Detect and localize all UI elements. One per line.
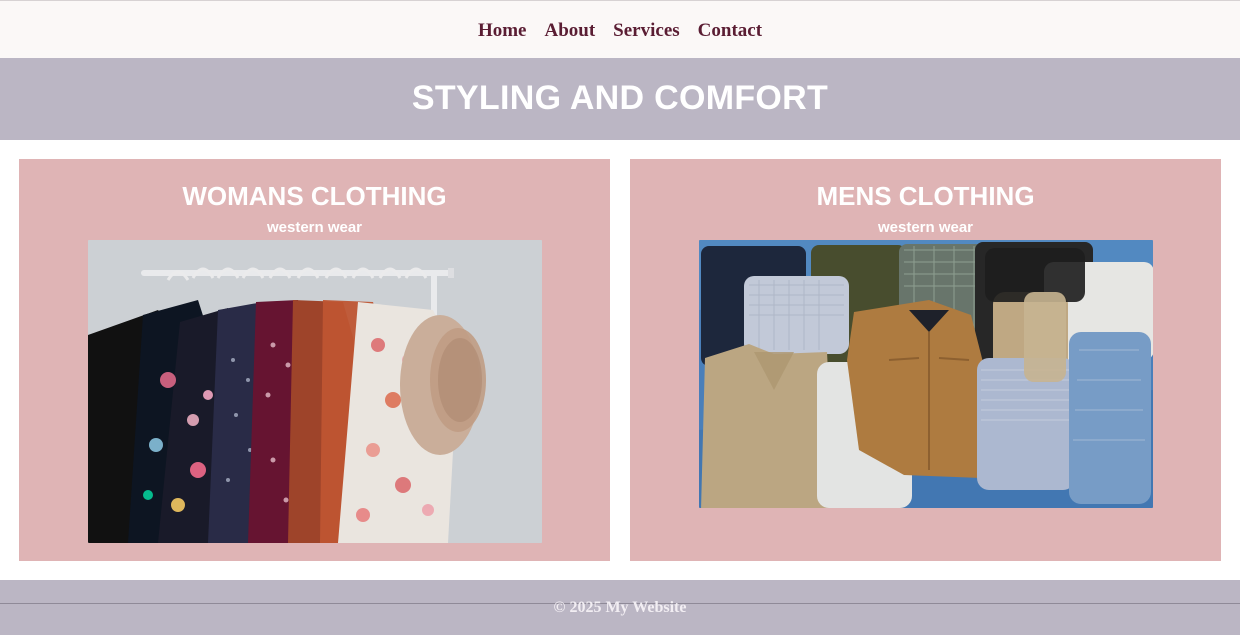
mens-card-title: MENS CLOTHING	[816, 181, 1035, 211]
nav-link-about[interactable]: About	[544, 20, 595, 42]
nav-link-contact[interactable]: Contact	[698, 20, 762, 42]
womens-card-subtitle: western wear	[266, 219, 363, 236]
nav-links: Home About Services Contact	[0, 20, 1240, 42]
mens-clothing-card: MENS CLOTHING western wear	[630, 159, 1221, 561]
nav-link-home[interactable]: Home	[478, 20, 527, 42]
site-footer: © 2025 My Website	[0, 580, 1240, 635]
men-clothes-flatlay-photo	[699, 240, 1153, 508]
womens-clothing-card: WOMANS CLOTHING western wear	[19, 159, 610, 561]
women-clothes-rack-photo	[88, 240, 542, 543]
hero-banner: STYLING AND COMFORT	[0, 58, 1240, 140]
footer-copyright: © 2025 My Website	[553, 599, 687, 616]
nav-link-services[interactable]: Services	[613, 20, 679, 42]
mens-card-subtitle: western wear	[877, 219, 974, 236]
womens-card-title: WOMANS CLOTHING	[182, 181, 447, 211]
hero-title: STYLING AND COMFORT	[411, 79, 829, 117]
top-navigation-bar: Home About Services Contact	[0, 0, 1240, 58]
